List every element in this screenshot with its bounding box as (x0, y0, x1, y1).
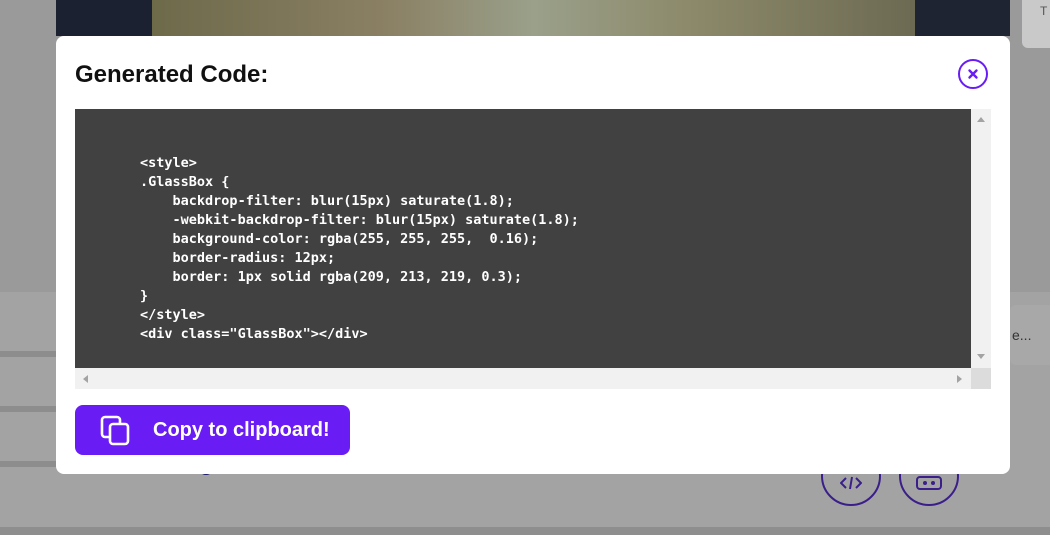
background-divider (0, 461, 56, 467)
background-side-tab-text: e... (1012, 327, 1032, 343)
modal-title: Generated Code: (75, 61, 269, 88)
background-hero-image (152, 0, 915, 36)
copy-button-label: Copy to clipboard! (153, 418, 330, 441)
scroll-up-icon[interactable] (977, 117, 985, 122)
background-side-tab: e... (1010, 305, 1050, 365)
scroll-right-icon[interactable] (957, 375, 962, 383)
close-icon (968, 69, 978, 79)
vertical-scrollbar[interactable] (971, 109, 991, 368)
copy-to-clipboard-button[interactable]: Copy to clipboard! (75, 405, 350, 455)
background-corner-card-text: T (1040, 4, 1048, 18)
copy-icon (100, 415, 130, 446)
generated-code-modal: Generated Code: <style> .GlassBox { back… (56, 36, 1010, 474)
code-block[interactable]: <style> .GlassBox { backdrop-filter: blu… (75, 109, 991, 389)
code-icon (840, 476, 862, 490)
background-corner-card: T (1022, 0, 1050, 48)
close-button[interactable] (958, 59, 988, 89)
scroll-down-icon[interactable] (977, 354, 985, 359)
scrollbar-corner (971, 368, 991, 389)
background-footer-strip (0, 527, 1050, 535)
background-divider (0, 406, 56, 412)
robot-icon (916, 476, 942, 490)
background-hero-left (56, 0, 152, 36)
code-text[interactable]: <style> .GlassBox { backdrop-filter: blu… (75, 109, 971, 368)
background-hero-right (915, 0, 1010, 36)
scroll-left-icon[interactable] (83, 375, 88, 383)
background-divider (0, 351, 56, 357)
horizontal-scrollbar[interactable] (75, 368, 971, 389)
